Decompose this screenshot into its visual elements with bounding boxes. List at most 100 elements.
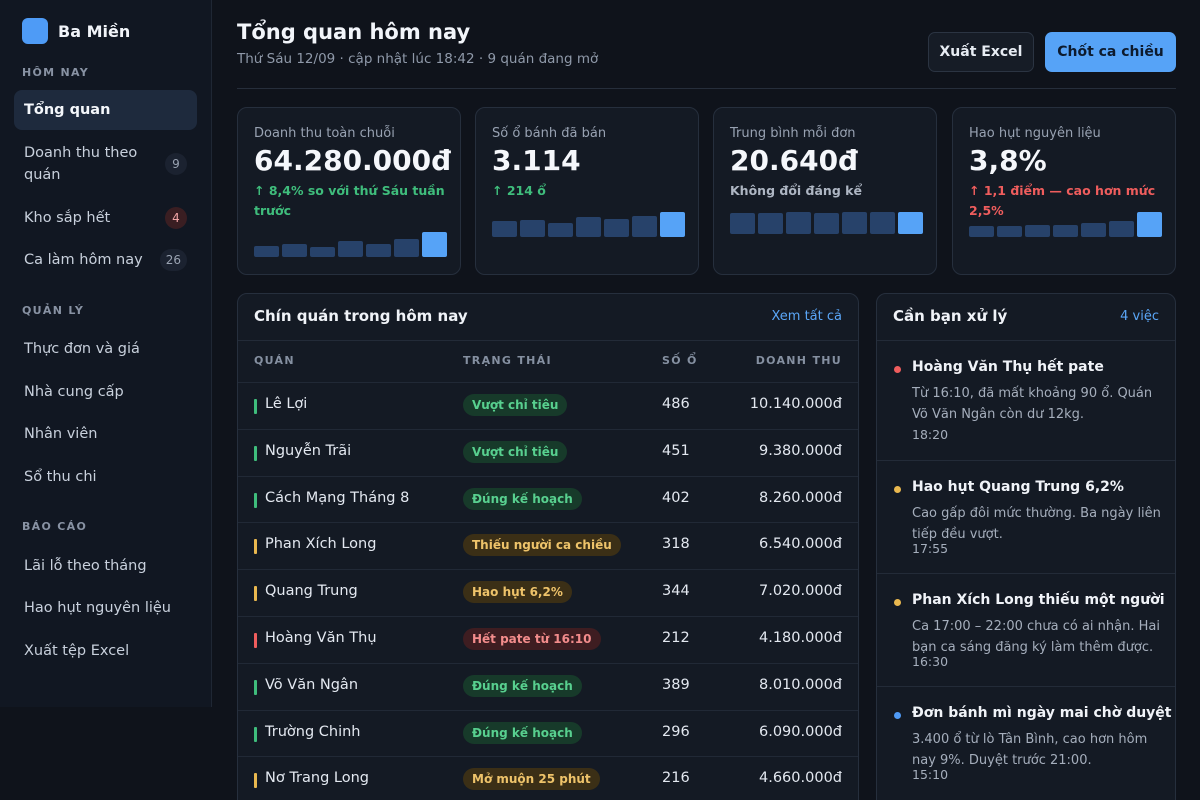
status-badge: Đúng kế hoạch — [463, 487, 582, 510]
store-revenue: 8.260.000đ — [759, 489, 842, 506]
status-badge: Thiếu người ca chiều — [463, 534, 621, 557]
sidebar-item-ingredient-loss[interactable]: Hao hụt nguyên liệu — [14, 588, 197, 628]
count-badge: 9 — [165, 153, 187, 175]
sidebar-item-label: Lãi lỗ theo tháng — [24, 558, 147, 574]
sparkline-bar — [338, 241, 363, 257]
task-item[interactable]: Hao hụt Quang Trung 6,2% Cao gấp đôi mức… — [877, 460, 1175, 574]
sparkline-bar — [730, 213, 755, 234]
store-revenue: 8.010.000đ — [759, 676, 842, 693]
kpi-card-avg-order: Trung bình mỗi đơn 20.640đ Không đổi đán… — [713, 107, 937, 275]
column-header-revenue[interactable]: DOANH THU — [756, 354, 842, 367]
table-row[interactable]: Phan Xích Long Thiếu người ca chiều 318 6.5… — [238, 522, 858, 569]
sparkline-bar — [422, 232, 447, 257]
task-body: Từ 16:10, đã mất khoảng 90 ổ. Quán Võ Vă… — [912, 386, 1153, 422]
column-header-store[interactable]: QUÁN — [254, 354, 295, 367]
status-dot-icon — [894, 366, 901, 373]
sidebar-item-monthly-pnl[interactable]: Lãi lỗ theo tháng — [14, 546, 197, 586]
table-row[interactable]: Võ Văn Ngân Đúng kế hoạch 389 8.010.000đ — [238, 662, 858, 710]
sidebar-item-export-excel[interactable]: Xuất tệp Excel — [14, 631, 197, 671]
tasks-card: Cần bạn xử lý 4 việc Hoàng Văn Thụ hết p… — [876, 293, 1176, 800]
table-row[interactable]: Trường Chinh Đúng kế hoạch 296 6.090.000đ — [238, 709, 858, 757]
sidebar-item-low-stock[interactable]: Kho sắp hết 4 — [14, 198, 197, 238]
sparkline — [969, 212, 1162, 237]
kpi-label: Trung bình mỗi đơn — [730, 126, 856, 141]
sidebar-item-overview[interactable]: Tổng quan — [14, 90, 197, 130]
sparkline-bar — [632, 216, 657, 237]
task-item[interactable]: Hoàng Văn Thụ hết pate Từ 16:10, đã mất … — [877, 340, 1175, 454]
sparkline-bar — [997, 226, 1022, 237]
table-row[interactable]: Nguyễn Trãi Vượt chỉ tiêu 451 9.380.000đ — [238, 428, 858, 476]
status-accent-bar — [254, 773, 257, 789]
export-excel-button[interactable]: Xuất Excel — [928, 32, 1034, 72]
sparkline-bar — [1025, 225, 1050, 237]
column-header-qty[interactable]: SỐ Ổ — [662, 354, 698, 367]
kpi-label: Hao hụt nguyên liệu — [969, 126, 1101, 141]
store-name: Nơ Trang Long — [265, 770, 369, 787]
table-row[interactable]: Lê Lợi Vượt chỉ tiêu 486 10.140.000đ — [238, 382, 858, 429]
sidebar-item-label: Tổng quan — [24, 102, 111, 118]
section-label-reports: BÁO CÁO — [22, 520, 88, 533]
status-accent-bar — [254, 445, 257, 461]
column-header-status[interactable]: TRẠNG THÁI — [463, 354, 552, 367]
sidebar-item-label: Hao hụt nguyên liệu — [24, 600, 171, 616]
task-title: Phan Xích Long thiếu một người — [912, 592, 1165, 608]
status-accent-bar — [254, 679, 257, 695]
view-all-link[interactable]: Xem tất cả — [771, 309, 842, 324]
alert-badge: 4 — [165, 207, 187, 229]
store-revenue: 4.660.000đ — [759, 770, 842, 787]
sparkline-bar — [1053, 225, 1078, 237]
sidebar-item-menu-prices[interactable]: Thực đơn và giá — [14, 329, 197, 369]
loaves-count: 216 — [662, 770, 690, 787]
sidebar-item-label: Kho sắp hết — [24, 210, 111, 226]
status-accent-bar — [254, 399, 257, 414]
table-row[interactable]: Hoàng Văn Thụ Hết pate từ 16:10 212 4.180.0… — [238, 616, 858, 663]
store-revenue: 6.540.000đ — [759, 536, 842, 553]
table-row[interactable]: Cách Mạng Tháng 8 Đúng kế hoạch 402 8.260.0… — [238, 475, 858, 523]
sidebar-item-revenue-by-store[interactable]: Doanh thu theo quán 9 — [14, 141, 197, 187]
loaves-count: 486 — [662, 396, 690, 412]
sparkline-bar — [520, 220, 545, 237]
task-body: Ca 17:00 – 22:00 chưa có ai nhận. Hai bạ… — [912, 619, 1160, 655]
page-title: Tổng quan hôm nay — [237, 20, 471, 44]
task-title: Hao hụt Quang Trung 6,2% — [912, 479, 1124, 495]
store-name: Hoàng Văn Thụ — [265, 630, 377, 646]
status-dot-icon — [894, 712, 901, 719]
sidebar-item-suppliers[interactable]: Nhà cung cấp — [14, 372, 197, 412]
brand-name: Ba Miền — [58, 21, 131, 41]
task-item[interactable]: Phan Xích Long thiếu một người Ca 17:00 … — [877, 573, 1175, 687]
table-row[interactable]: Nơ Trang Long Mở muộn 25 phút 216 4.660.000… — [238, 756, 858, 800]
sparkline — [492, 212, 685, 237]
kpi-card-loaves-sold: Số ổ bánh đã bán 3.114 ↑ 214 ổ — [475, 107, 699, 275]
sparkline-bar — [394, 239, 419, 257]
table-row[interactable]: Quang Trung Hao hụt 6,2% 344 7.020.000đ — [238, 569, 858, 616]
sparkline-bar — [898, 212, 923, 234]
sparkline-bar — [366, 244, 391, 257]
sparkline-bar — [660, 212, 685, 237]
sidebar-item-label: Sổ thu chi — [24, 469, 97, 485]
status-dot-icon — [894, 599, 901, 606]
sparkline-bar — [814, 213, 839, 234]
card-divider — [238, 340, 858, 341]
task-item[interactable]: Đơn bánh mì ngày mai chờ duyệt 3.400 ổ t… — [877, 686, 1175, 800]
status-accent-bar — [254, 539, 257, 555]
kpi-delta: Không đổi đáng kể — [730, 183, 862, 198]
sidebar-item-label: Thực đơn và giá — [24, 341, 140, 357]
tasks-count-link[interactable]: 4 việc — [1120, 309, 1159, 324]
stores-card-title: Chín quán trong hôm nay — [254, 307, 468, 325]
loaves-count: 389 — [662, 676, 690, 693]
store-name: Võ Văn Ngân — [265, 676, 359, 693]
task-time: 15:10 — [912, 767, 949, 782]
task-body: 3.400 ổ từ lò Tân Bình, cao hơn hôm nay … — [912, 732, 1148, 768]
close-shift-button[interactable]: Chốt ca chiều — [1045, 32, 1176, 72]
kpi-card-ingredient-loss: Hao hụt nguyên liệu 3,8% ↑ 1,1 điểm — ca… — [952, 107, 1176, 275]
store-name: Nguyễn Trãi — [265, 442, 352, 459]
sidebar-item-shifts-today[interactable]: Ca làm hôm nay 26 — [14, 240, 197, 280]
sparkline-bar — [1137, 212, 1162, 237]
loaves-count: 402 — [662, 489, 690, 506]
sparkline-bar — [842, 212, 867, 234]
status-badge: Mở muộn 25 phút — [463, 768, 600, 791]
sidebar-item-staff[interactable]: Nhân viên — [14, 414, 197, 454]
status-badge: Đúng kế hoạch — [463, 721, 582, 744]
brand[interactable]: Ba Miền — [22, 18, 130, 44]
sidebar-item-cashbook[interactable]: Sổ thu chi — [14, 457, 197, 497]
